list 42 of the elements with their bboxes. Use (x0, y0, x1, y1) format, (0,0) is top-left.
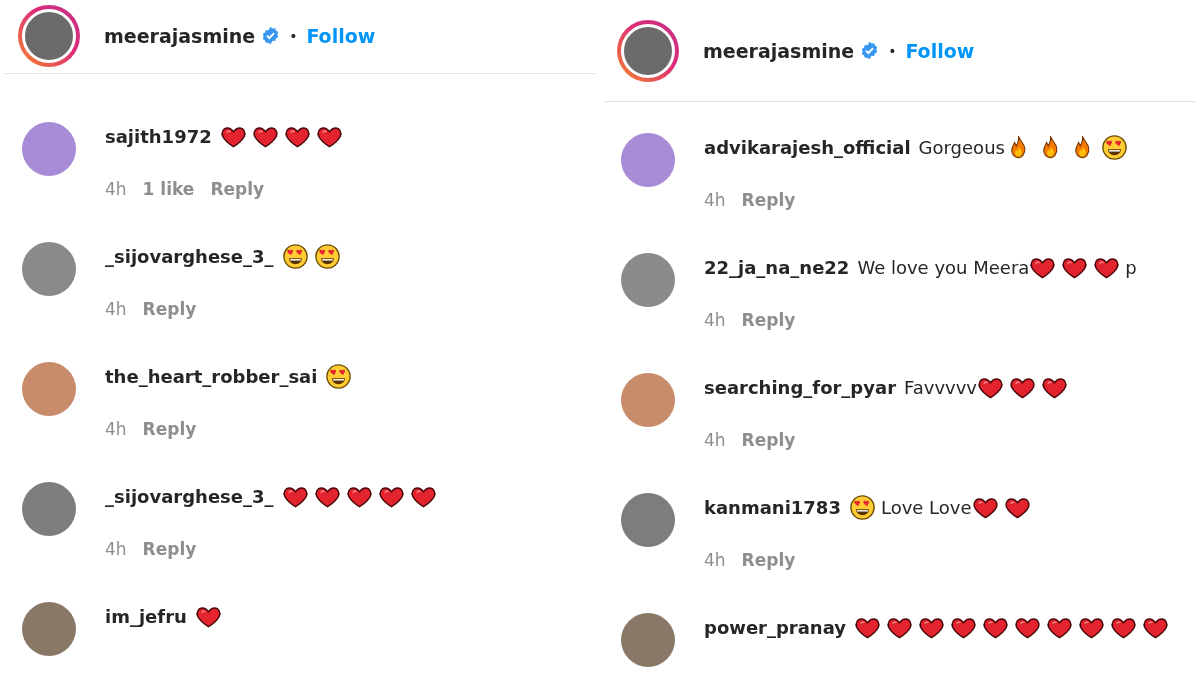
username[interactable]: the_heart_robber_sai (105, 365, 318, 387)
avatar-placeholder[interactable] (22, 482, 76, 536)
username[interactable]: sajith1972 (105, 125, 212, 147)
username[interactable]: _sijovarghese_3_ (105, 245, 274, 267)
username[interactable]: advikarajesh_official (704, 136, 911, 158)
timestamp: 4h (105, 299, 127, 319)
comment-text: We love you Meera (857, 256, 1030, 278)
timestamp: 4h (105, 419, 127, 439)
avatar-placeholder[interactable] (621, 613, 675, 667)
avatar-placeholder[interactable] (621, 373, 675, 427)
heart-eyes-emoji-icon (1100, 133, 1128, 161)
avatar-placeholder[interactable] (22, 122, 76, 176)
timestamp: 4h (704, 430, 726, 450)
username[interactable]: im_jefru (105, 605, 187, 627)
heart-eyes-emoji-icon (848, 493, 876, 521)
comment-text: p (1125, 256, 1137, 278)
heart-eyes-emoji-icon (281, 242, 309, 270)
avatar-placeholder[interactable] (22, 602, 76, 656)
timestamp: 4h (704, 190, 726, 210)
username[interactable]: power_pranay (704, 616, 846, 638)
username[interactable]: meerajasmine (104, 24, 256, 47)
timestamp: 4h (105, 539, 127, 559)
username[interactable]: 22_ja_na_ne22 (704, 256, 850, 278)
username[interactable]: kanmani1783 (704, 496, 841, 518)
timestamp: 4h (105, 179, 127, 199)
separator-dot: • (888, 42, 897, 59)
avatar-placeholder[interactable] (22, 362, 76, 416)
comment-text: Gorgeous (918, 136, 1005, 158)
avatar-placeholder[interactable] (621, 253, 675, 307)
heart-eyes-emoji-icon (325, 362, 353, 390)
avatar-placeholder[interactable] (621, 493, 675, 547)
username[interactable]: meerajasmine (703, 39, 855, 62)
timestamp: 4h (704, 550, 726, 570)
username[interactable]: searching_for_pyar (704, 376, 896, 398)
avatar-placeholder[interactable] (621, 133, 675, 187)
comment-text: Love Love (880, 496, 972, 518)
separator-dot: • (289, 27, 298, 44)
avatar-placeholder[interactable] (22, 242, 76, 296)
heart-eyes-emoji-icon (313, 242, 341, 270)
username[interactable]: _sijovarghese_3_ (105, 485, 274, 507)
timestamp: 4h (704, 310, 726, 330)
comment-text: Favvvvv (904, 376, 977, 398)
